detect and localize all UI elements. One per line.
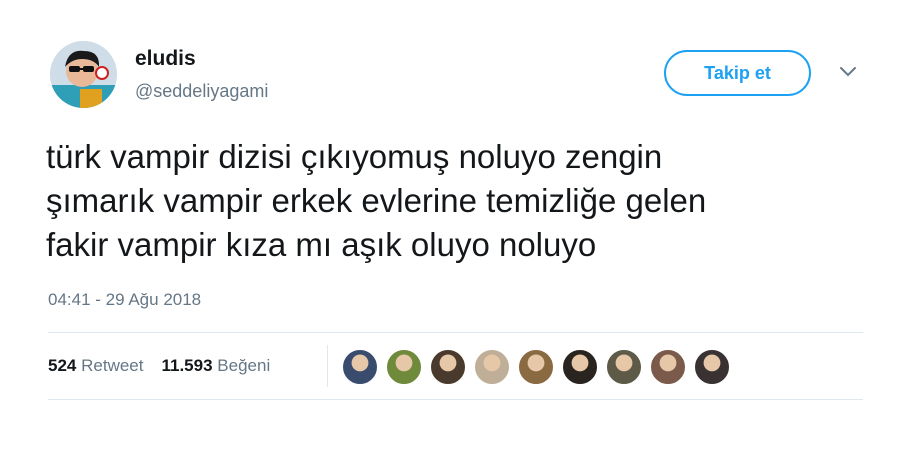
liker-avatar[interactable] bbox=[518, 349, 554, 385]
tweet-text: türk vampir dizisi çıkıyomuş noluyo zeng… bbox=[46, 135, 876, 267]
like-label: Beğeni bbox=[217, 356, 271, 375]
liker-avatar[interactable] bbox=[386, 349, 422, 385]
liker-avatar[interactable] bbox=[474, 349, 510, 385]
liker-avatar[interactable] bbox=[342, 349, 378, 385]
user-handle[interactable]: @seddeliyagami bbox=[135, 81, 268, 102]
tweet-line: türk vampir dizisi çıkıyomuş noluyo zeng… bbox=[46, 138, 663, 175]
tweet-line: fakir vampir kıza mı aşık oluyo noluyo bbox=[46, 226, 597, 263]
stats-separator bbox=[327, 345, 328, 387]
divider bbox=[48, 399, 863, 400]
divider bbox=[48, 332, 863, 333]
liker-avatar[interactable] bbox=[430, 349, 466, 385]
display-name[interactable]: eludis bbox=[135, 47, 196, 71]
retweet-label: Retweet bbox=[81, 356, 144, 375]
chevron-down-icon[interactable] bbox=[838, 64, 858, 80]
tweet-stats: 524 Retweet 11.593 Beğeni bbox=[48, 356, 270, 376]
retweet-stat[interactable]: 524 Retweet bbox=[48, 356, 143, 376]
tweet-timestamp[interactable]: 04:41 - 29 Ağu 2018 bbox=[48, 290, 201, 310]
retweet-count: 524 bbox=[48, 356, 77, 375]
follow-button[interactable]: Takip et bbox=[664, 50, 811, 96]
profile-avatar[interactable] bbox=[50, 41, 117, 108]
liker-avatars bbox=[342, 349, 738, 385]
liker-avatar[interactable] bbox=[694, 349, 730, 385]
tweet-line: şımarık vampir erkek evlerine temizliğe … bbox=[46, 182, 707, 219]
liker-avatar[interactable] bbox=[650, 349, 686, 385]
liker-avatar[interactable] bbox=[562, 349, 598, 385]
like-stat[interactable]: 11.593 Beğeni bbox=[161, 356, 270, 376]
like-count: 11.593 bbox=[161, 356, 213, 375]
liker-avatar[interactable] bbox=[606, 349, 642, 385]
